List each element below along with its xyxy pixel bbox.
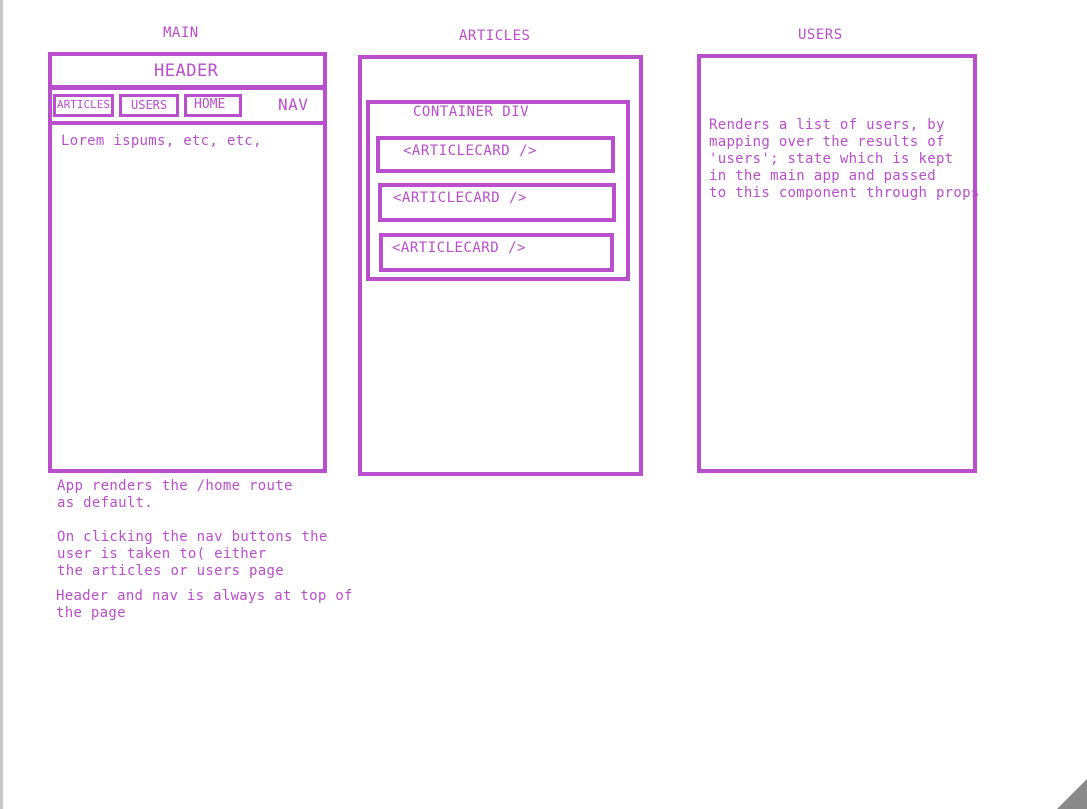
- nav-button-home-label: HOME: [194, 97, 226, 112]
- nav-label: NAV: [278, 95, 309, 114]
- article-card-3-label: <ARTICLECARD />: [392, 240, 526, 256]
- main-body-text: Lorem ispums, etc, etc,: [61, 133, 262, 149]
- main-column-title: MAIN: [163, 25, 199, 41]
- header-label: HEADER: [154, 61, 219, 81]
- article-card-2-label: <ARTICLECARD />: [393, 190, 527, 206]
- note-nav-buttons: On clicking the nav buttons the user is …: [57, 529, 328, 579]
- nav-button-users-label: USERS: [131, 98, 168, 112]
- page-edge: [0, 0, 3, 809]
- article-card-1-label: <ARTICLECARD />: [403, 143, 537, 159]
- note-default-route: App renders the /home route as default.: [57, 478, 293, 511]
- articles-column-title: ARTICLES: [459, 28, 531, 44]
- nav-button-articles-label: ARTICLES: [57, 98, 110, 111]
- users-column-title: USERS: [798, 27, 843, 43]
- note-header-nav: Header and nav is always at top of the p…: [56, 588, 353, 621]
- container-div-label: CONTAINER DIV: [413, 104, 530, 120]
- users-description: Renders a list of users, by mapping over…: [709, 117, 980, 201]
- page-corner-fold: [1057, 779, 1087, 809]
